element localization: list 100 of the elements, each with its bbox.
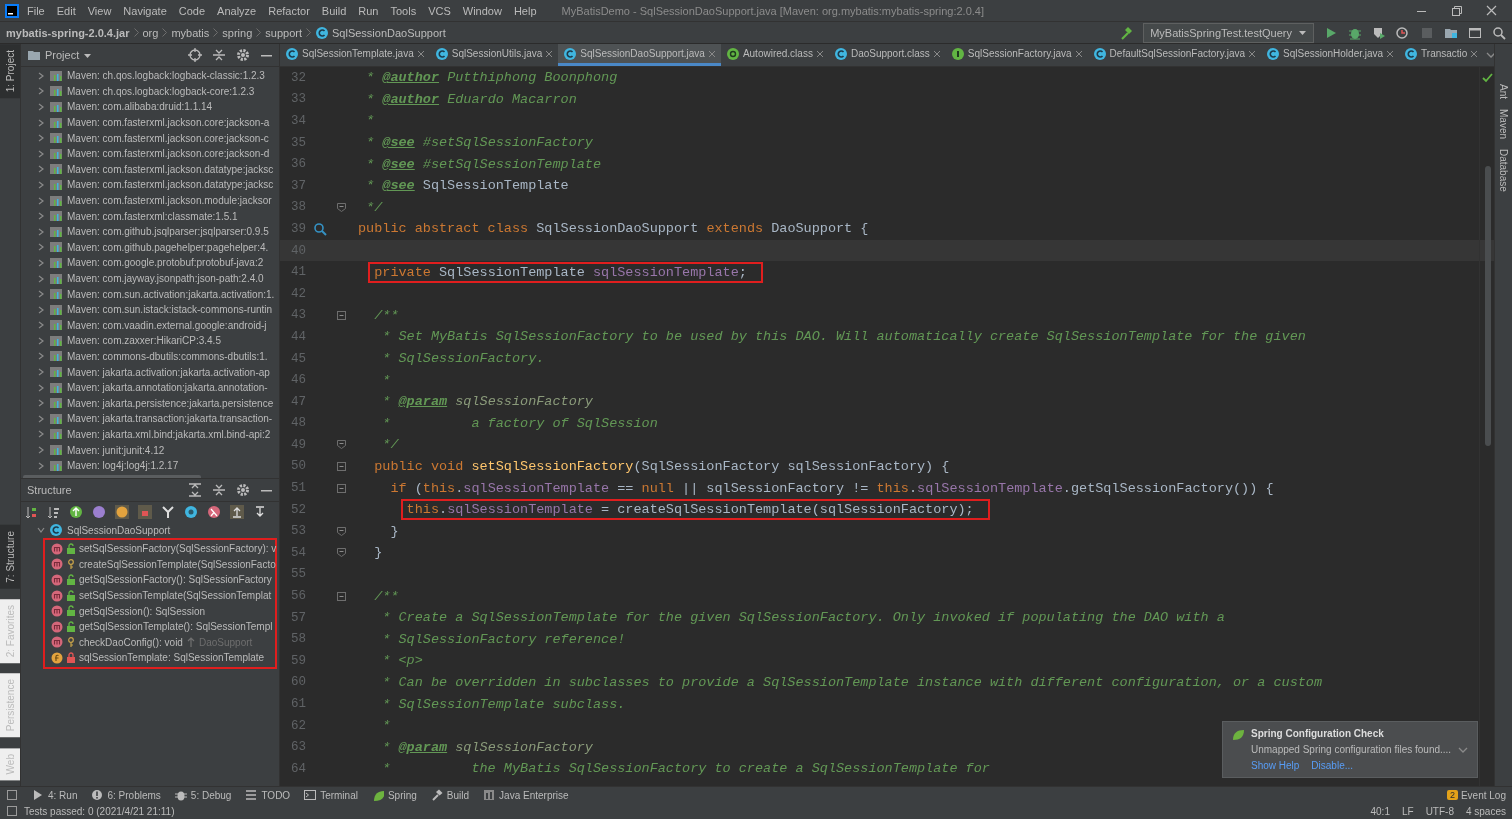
chevron-icon[interactable] <box>37 526 45 534</box>
chevron-icon[interactable] <box>37 118 45 127</box>
editor-tab[interactable]: SqlSessionDaoSupport.java <box>558 44 721 66</box>
run-configuration-dropdown[interactable]: MyBatisSpringTest.testQuery <box>1143 22 1314 43</box>
tree-item[interactable]: Maven: junit:junit:4.12 <box>67 444 165 456</box>
chevron-icon[interactable] <box>37 383 45 392</box>
status-item[interactable]: 40:1 <box>1370 805 1390 817</box>
chevron-icon[interactable] <box>37 446 45 455</box>
menu-item[interactable]: Edit <box>51 2 81 19</box>
editor-tab[interactable]: Transactio <box>1399 44 1484 66</box>
chevron-icon[interactable] <box>37 258 45 267</box>
close-icon[interactable] <box>416 49 425 58</box>
close-icon[interactable] <box>815 49 824 58</box>
chevron-icon[interactable] <box>37 321 45 330</box>
menu-item[interactable]: File <box>22 2 50 19</box>
magnifier-icon[interactable] <box>313 221 327 236</box>
tree-item[interactable]: Maven: com.sun.activation:jakarta.activation:1. <box>67 288 275 300</box>
editor-tab[interactable]: DefaultSqlSessionFactory.java <box>1087 44 1262 66</box>
chevron-icon[interactable] <box>37 87 45 96</box>
chevron-icon[interactable] <box>37 290 45 299</box>
breadcrumb[interactable]: SqlSessionDaoSupport <box>332 26 446 39</box>
run-icon[interactable] <box>1324 25 1338 40</box>
chevron-icon[interactable] <box>37 399 45 408</box>
close-icon[interactable] <box>1248 49 1257 58</box>
chevron-icon[interactable] <box>37 461 45 470</box>
tool-window-tab[interactable]: Maven <box>1498 109 1509 140</box>
tree-item[interactable]: Maven: com.fasterxml.jackson.core:jackson-c <box>67 132 269 144</box>
tree-item[interactable]: checkDaoConfig(): void <box>79 636 183 648</box>
fold-icon[interactable] <box>335 201 347 213</box>
editor-tab[interactable]: SqlSessionFactory.java <box>945 44 1088 66</box>
caret-icon[interactable] <box>83 51 93 59</box>
lock-icon[interactable] <box>138 505 152 519</box>
chevron-icon[interactable] <box>37 196 45 205</box>
collapse-icon[interactable] <box>212 48 226 62</box>
close-icon[interactable] <box>545 49 554 58</box>
tree-item[interactable]: Maven: com.google.protobuf:protobuf-java:2 <box>67 257 264 269</box>
editor-tab[interactable]: SqlSessionTemplate.java <box>280 44 430 66</box>
menu-item[interactable]: Build <box>316 2 352 19</box>
collapse-icon[interactable] <box>212 483 226 497</box>
window-icon[interactable] <box>1468 25 1482 40</box>
close-icon[interactable] <box>707 49 716 58</box>
menu-item[interactable]: Analyze <box>212 2 262 19</box>
editor-tab[interactable]: SqlSessionUtils.java <box>429 44 559 66</box>
tree-item[interactable]: getSqlSessionFactory(): SqlSessionFactory <box>79 574 272 586</box>
tree-item[interactable]: Maven: ch.qos.logback:logback-core:1.2.3 <box>67 85 255 97</box>
panel-title[interactable]: Project <box>45 49 80 61</box>
menu-item[interactable]: View <box>82 2 117 19</box>
menu-item[interactable]: Tools <box>385 2 422 19</box>
settings-icon[interactable] <box>236 48 250 62</box>
scroll-from-source-icon[interactable] <box>230 505 244 519</box>
chevron-icon[interactable] <box>37 274 45 283</box>
tree-item[interactable]: Maven: jakarta.annotation:jakarta.annotation- <box>67 382 268 394</box>
close-icon[interactable] <box>1074 49 1083 58</box>
chevron-icon[interactable] <box>37 149 45 158</box>
sort-icon[interactable] <box>47 505 60 519</box>
inherited-icon[interactable] <box>69 505 83 519</box>
tool-window-button[interactable]: Terminal <box>320 789 358 801</box>
editor-tab[interactable]: DaoSupport.class <box>828 44 946 66</box>
breadcrumb[interactable]: org <box>142 26 159 39</box>
chevron-icon[interactable] <box>37 227 45 236</box>
menu-item[interactable]: Help <box>508 2 542 19</box>
link[interactable]: Disable... <box>1311 760 1354 771</box>
tree-item[interactable]: Maven: commons-dbutils:commons-dbutils:1. <box>67 351 268 362</box>
tree-item[interactable]: sqlSessionTemplate: SqlSessionTemplate <box>79 652 265 664</box>
chevron-icon[interactable] <box>37 414 45 423</box>
breadcrumb[interactable]: spring <box>222 26 253 39</box>
chevron-icon[interactable] <box>37 305 45 314</box>
close-icon[interactable] <box>1470 49 1479 58</box>
chevron-icon[interactable] <box>37 103 45 111</box>
close-icon[interactable] <box>1485 4 1498 17</box>
tree-item[interactable]: Maven: com.sun.istack:istack-commons-runtin <box>67 304 273 316</box>
tool-window-button[interactable]: Spring <box>387 789 417 801</box>
chevron-icon[interactable] <box>37 165 45 174</box>
tool-window-tab[interactable]: Ant <box>1498 84 1509 99</box>
tree-item[interactable]: Maven: com.vaadin.external.google:android-j <box>67 319 267 331</box>
fold-icon[interactable] <box>335 461 347 472</box>
tree-item[interactable]: Maven: com.fasterxml.jackson.core:jackson-a <box>67 117 270 129</box>
status-item[interactable]: LF <box>1401 805 1414 817</box>
stop-icon[interactable] <box>1420 25 1434 40</box>
tree-item[interactable]: Maven: com.alibaba:druid:1.1.14 <box>67 101 213 113</box>
chevron-icon[interactable] <box>37 180 45 189</box>
tree-item[interactable]: Maven: log4j:log4j:1.2.17 <box>67 460 179 472</box>
sort-icon[interactable] <box>25 505 38 519</box>
tree-item[interactable]: Maven: com.fasterxml.jackson.datatype:jacksc <box>67 163 274 175</box>
expand-icon[interactable] <box>188 483 202 497</box>
menu-item[interactable]: Refactor <box>263 2 315 19</box>
editor-tab[interactable]: Autowired.class <box>720 44 829 66</box>
tree-item[interactable]: Maven: jakarta.transaction:jakarta.transaction- <box>67 413 273 425</box>
panel-toggle-icon[interactable] <box>6 805 18 817</box>
tree-item[interactable]: setSqlSessionTemplate(SqlSessionTemplat <box>79 590 272 602</box>
tree-item[interactable]: Maven: com.fasterxml.jackson.datatype:jacksc <box>67 179 274 191</box>
menu-item[interactable]: Window <box>457 2 507 19</box>
tree-item[interactable]: Maven: com.github.jsqlparser:jsqlparser:0.9.5 <box>67 226 269 238</box>
tool-window-button[interactable]: 6: Problems <box>107 789 161 801</box>
chevron-icon[interactable] <box>37 430 45 439</box>
lambda-icon[interactable] <box>207 505 221 519</box>
status-item[interactable]: UTF-8 <box>1425 805 1454 817</box>
tool-window-button[interactable]: 4: Run <box>48 789 78 801</box>
tree-item[interactable]: getSqlSessionTemplate(): SqlSessionTempl <box>79 621 273 633</box>
chevron-icon[interactable] <box>37 336 45 345</box>
